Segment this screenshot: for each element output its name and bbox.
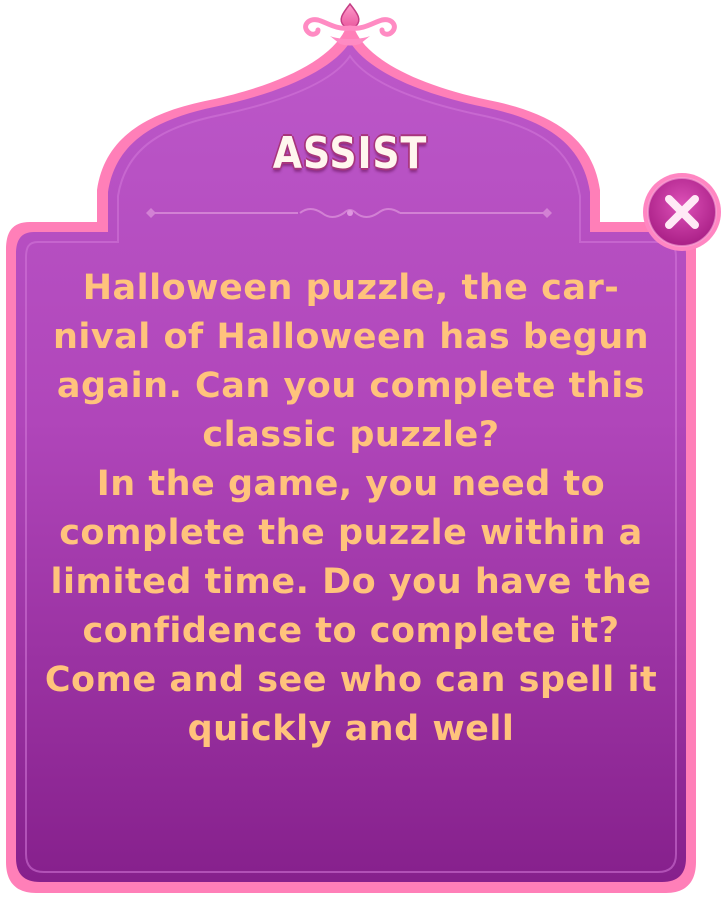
- body-paragraph: Halloween puzzle, the car-nival of Hallo…: [52, 268, 650, 455]
- dialog-body: Halloween puzzle, the car-nival of Hallo…: [34, 264, 668, 754]
- dialog-title: ASSIST: [272, 128, 428, 179]
- close-icon: [643, 173, 721, 251]
- crown-ornament: [303, 2, 397, 46]
- body-paragraph: In the game, you need to complete the pu…: [44, 464, 658, 749]
- close-button[interactable]: [641, 171, 723, 253]
